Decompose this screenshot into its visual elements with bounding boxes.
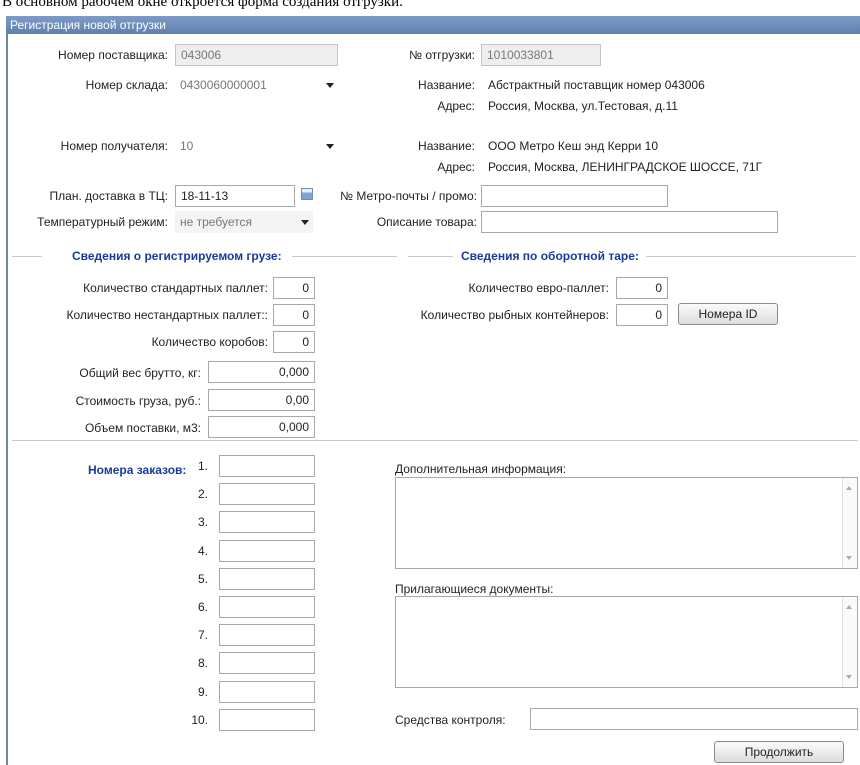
continue-button[interactable]: Продолжить: [714, 741, 844, 763]
supplier-input[interactable]: 043006: [175, 44, 338, 66]
order-number-input[interactable]: [219, 652, 315, 675]
supplier-address-label: Адрес:: [437, 99, 475, 113]
std-pallets-label: Количество стандартных паллет:: [83, 281, 268, 295]
ids-button[interactable]: Номера ID: [678, 303, 778, 325]
divider: [292, 256, 397, 257]
order-number-label: 2.: [197, 487, 208, 502]
description-input[interactable]: [481, 211, 778, 233]
metro-mail-input[interactable]: [481, 185, 668, 207]
description-label: Описание товара:: [376, 215, 477, 229]
documents-label: Прилагающиеся документы:: [395, 582, 554, 596]
scroll-up-icon[interactable]: [846, 486, 852, 490]
supplier-name: Абстрактный поставщик номер 043006: [488, 78, 705, 92]
scroll-down-icon[interactable]: [846, 675, 852, 679]
order-number-input[interactable]: [219, 708, 315, 731]
tare-section-title: Сведения по оборотной таре:: [461, 249, 639, 263]
order-number-input[interactable]: [219, 511, 315, 534]
recipient-address-label: Адрес:: [437, 160, 475, 174]
nonstd-pallets-label: Количество нестандартных паллет::: [66, 308, 268, 322]
temperature-label: Температурный режим:: [37, 215, 168, 229]
recipient-label: Номер получателя:: [60, 139, 168, 153]
window-title: Регистрация новой отгрузки: [6, 16, 860, 34]
temperature-select[interactable]: не требуется: [175, 211, 313, 233]
volume-label: Объем поставки, м3:: [84, 421, 201, 435]
order-number-label: 3.: [197, 515, 208, 530]
order-number-label: 8.: [197, 656, 208, 671]
documents-textarea[interactable]: [395, 596, 858, 688]
weight-label: Общий вес брутто, кг:: [79, 366, 201, 380]
order-number-input[interactable]: [219, 596, 315, 618]
weight-input[interactable]: 0,000: [208, 361, 315, 383]
fish-containers-label: Количество рыбных контейнеров:: [420, 308, 609, 322]
order-number-label: 9.: [197, 684, 208, 699]
chevron-down-icon: [301, 220, 309, 225]
extra-info-textarea[interactable]: [395, 477, 858, 569]
delivery-label: План. доставка в ТЦ:: [49, 189, 168, 203]
recipient-select[interactable]: 10: [175, 135, 338, 157]
order-number-label: 6.: [197, 600, 208, 614]
shipment-input[interactable]: 1010033801: [481, 44, 601, 66]
order-number-input[interactable]: [219, 624, 315, 647]
extra-info-label: Дополнительная информация:: [395, 462, 567, 476]
supplier-label: Номер поставщика:: [58, 48, 168, 62]
recipient-select-value: 10: [180, 139, 194, 153]
euro-pallets-label: Количество евро-паллет:: [468, 281, 609, 295]
divider: [408, 256, 453, 257]
calendar-icon[interactable]: [301, 188, 313, 200]
order-number-input[interactable]: [219, 539, 315, 562]
chevron-down-icon: [326, 144, 334, 149]
recipient-name: ООО Метро Кеш энд Керри 10: [488, 139, 659, 153]
shipment-label: № отгрузки:: [409, 48, 475, 62]
warehouse-select-value: 0430060000001: [180, 78, 267, 92]
order-number-input[interactable]: [219, 567, 315, 590]
boxes-label: Количество коробов:: [151, 335, 268, 349]
cargo-section-title: Сведения о регистрируемом грузе:: [72, 249, 282, 263]
delivery-date-input[interactable]: 18-11-13: [175, 185, 295, 207]
nonstd-pallets-input[interactable]: 0: [273, 304, 315, 326]
order-number-label: 7.: [197, 628, 208, 643]
chevron-down-icon: [326, 83, 334, 88]
temperature-select-value: не требуется: [180, 215, 252, 229]
order-number-input[interactable]: [219, 455, 315, 477]
page-caption: В основном рабочем окне откроется форма …: [2, 0, 403, 10]
metro-mail-label: № Метро-почты / промо:: [340, 189, 477, 203]
boxes-input[interactable]: 0: [273, 331, 315, 353]
order-number-label: 4.: [197, 543, 208, 558]
supplier-address: Россия, Москва, ул.Тестовая, д.11: [488, 99, 678, 113]
scroll-up-icon[interactable]: [846, 605, 852, 609]
recipient-address: Россия, Москва, ЛЕНИНГРАДСКОЕ ШОССЕ, 71Г: [488, 160, 763, 174]
warehouse-label: Номер склада:: [85, 78, 168, 92]
scroll-down-icon[interactable]: [846, 556, 852, 560]
euro-pallets-input[interactable]: 0: [616, 277, 668, 299]
recipient-name-label: Название:: [418, 139, 475, 153]
control-label: Средства контроля:: [395, 713, 506, 727]
volume-input[interactable]: 0,000: [208, 416, 315, 438]
order-number-input[interactable]: [219, 680, 315, 703]
divider: [646, 256, 856, 257]
std-pallets-input[interactable]: 0: [273, 277, 315, 299]
order-number-label: 10.: [191, 712, 208, 727]
warehouse-select[interactable]: 0430060000001: [175, 74, 338, 96]
scrollbar[interactable]: [842, 597, 857, 687]
section-divider: [12, 440, 858, 441]
divider: [12, 256, 42, 257]
scrollbar[interactable]: [842, 478, 857, 568]
order-number-label: 1.: [197, 459, 208, 473]
fish-containers-input[interactable]: 0: [616, 304, 668, 326]
cost-input[interactable]: 0,00: [208, 389, 315, 411]
order-number-input[interactable]: [219, 483, 315, 506]
control-input[interactable]: [530, 708, 858, 730]
supplier-name-label: Название:: [418, 78, 475, 92]
order-number-label: 5.: [197, 571, 208, 586]
cost-label: Стоимость груза, руб.:: [75, 394, 201, 408]
